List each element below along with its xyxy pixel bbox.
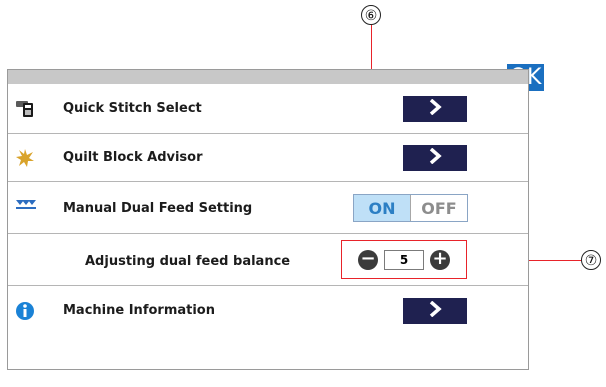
row-label-quilt-block: Quilt Block Advisor bbox=[63, 150, 203, 165]
title-bar bbox=[8, 70, 528, 84]
callout-number-6: ⑥ bbox=[361, 5, 381, 25]
row-label-adjust-balance: Adjusting dual feed balance bbox=[85, 254, 291, 269]
star-icon bbox=[15, 148, 35, 168]
row-label-dual-feed: Manual Dual Feed Setting bbox=[63, 201, 253, 216]
row-quick-stitch-select: Quick Stitch Select bbox=[8, 84, 528, 134]
settings-panel: Quick Stitch Select Quilt Block Advisor bbox=[7, 69, 529, 370]
dual-feed-icon bbox=[15, 198, 37, 210]
row-label-quick-stitch: Quick Stitch Select bbox=[63, 101, 202, 116]
machine-info-arrow-button[interactable] bbox=[403, 298, 467, 324]
quick-stitch-arrow-button[interactable] bbox=[403, 96, 467, 122]
row-label-machine-info: Machine Information bbox=[63, 303, 215, 318]
info-icon bbox=[15, 301, 35, 321]
chevron-right-icon bbox=[428, 98, 442, 120]
chevron-right-icon bbox=[428, 147, 442, 169]
dual-feed-toggle: ON OFF bbox=[353, 194, 468, 222]
row-quilt-block-advisor: Quilt Block Advisor bbox=[8, 134, 528, 182]
callout-number-7: ⑦ bbox=[581, 250, 601, 270]
row-manual-dual-feed: Manual Dual Feed Setting ON OFF bbox=[8, 182, 528, 234]
row-machine-information: Machine Information bbox=[8, 286, 528, 336]
quilt-block-arrow-button[interactable] bbox=[403, 145, 467, 171]
toggle-on-button[interactable]: ON bbox=[354, 195, 410, 221]
chevron-right-icon bbox=[428, 300, 442, 322]
phone-icon bbox=[15, 98, 35, 118]
callout-frame-7 bbox=[341, 240, 467, 279]
toggle-off-button[interactable]: OFF bbox=[410, 195, 467, 221]
